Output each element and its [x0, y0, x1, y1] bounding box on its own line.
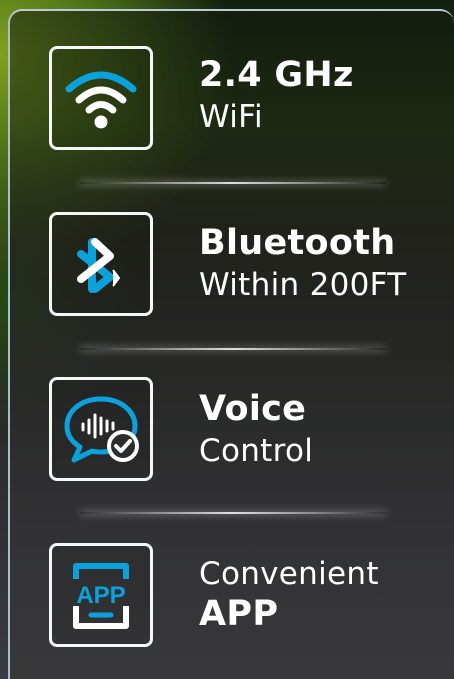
- app-icon-box: APP: [49, 543, 153, 647]
- feature-title: 2.4 GHz: [199, 55, 354, 95]
- features-panel: 2.4 GHz WiFi Bluetooth Within 200FT Voic…: [8, 9, 454, 679]
- feature-subtitle: Control: [199, 432, 314, 469]
- feature-title: Convenient: [199, 556, 379, 592]
- divider: [80, 512, 386, 514]
- app-icon-text: APP: [76, 582, 125, 609]
- divider: [80, 182, 386, 184]
- feature-subtitle: WiFi: [199, 98, 263, 135]
- bluetooth-icon: [77, 238, 121, 293]
- feature-subtitle: Within 200FT: [199, 266, 407, 303]
- wifi-icon: [65, 71, 137, 129]
- feature-wifi: 2.4 GHz WiFi: [10, 46, 454, 166]
- voice-control-icon: [64, 396, 139, 463]
- feature-title: Voice: [199, 389, 307, 429]
- feature-app: APP Convenient APP: [10, 543, 454, 663]
- feature-bluetooth-text: Bluetooth Within 200FT: [199, 224, 407, 302]
- feature-bluetooth: Bluetooth Within 200FT: [10, 212, 454, 332]
- feature-subtitle: APP: [199, 594, 279, 635]
- voice-control-icon-box: [49, 377, 153, 481]
- feature-voice-control-text: Voice Control: [199, 390, 313, 468]
- feature-wifi-text: 2.4 GHz WiFi: [199, 56, 354, 134]
- divider: [80, 348, 386, 350]
- feature-title: Bluetooth: [199, 223, 396, 263]
- wifi-icon-box: [49, 46, 153, 150]
- app-icon: APP: [73, 563, 129, 629]
- feature-voice-control: Voice Control: [10, 377, 454, 497]
- bluetooth-icon-box: [49, 212, 153, 316]
- feature-app-text: Convenient APP: [199, 557, 379, 634]
